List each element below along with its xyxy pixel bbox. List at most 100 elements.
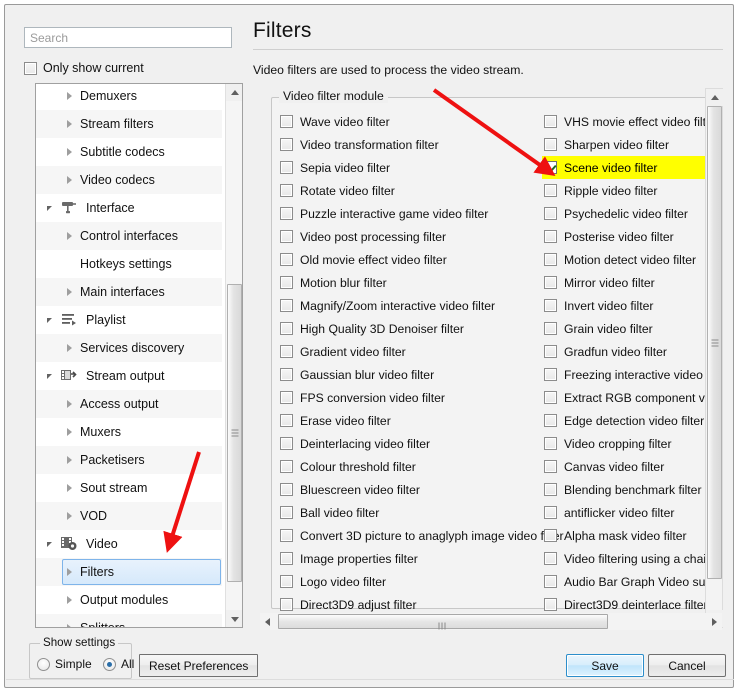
- checkbox-unchecked-icon[interactable]: [280, 230, 293, 243]
- checkbox-unchecked-icon[interactable]: [280, 299, 293, 312]
- filter-checkbox-canvas-video-filter[interactable]: Canvas video filter: [542, 455, 707, 478]
- search-input[interactable]: [24, 27, 232, 48]
- filter-checkbox-colour-threshold-filter[interactable]: Colour threshold filter: [278, 455, 543, 478]
- checkbox-unchecked-icon[interactable]: [544, 115, 557, 128]
- radio-simple[interactable]: Simple: [37, 657, 92, 671]
- checkbox-unchecked-icon[interactable]: [280, 368, 293, 381]
- preferences-tree[interactable]: Demuxers Stream filters Subtitle codecs Vid…: [35, 83, 243, 628]
- filter-checkbox-gaussian-blur-video-filter[interactable]: Gaussian blur video filter: [278, 363, 543, 386]
- chevron-right-icon[interactable]: [62, 284, 78, 300]
- checkbox-unchecked-icon[interactable]: [544, 230, 557, 243]
- filters-scroll-up-button[interactable]: [706, 89, 723, 106]
- filter-checkbox-ball-video-filter[interactable]: Ball video filter: [278, 501, 543, 524]
- chevron-right-icon[interactable]: [62, 620, 78, 627]
- checkbox-unchecked-icon[interactable]: [544, 322, 557, 335]
- checkbox-unchecked-icon[interactable]: [280, 253, 293, 266]
- chevron-right-icon[interactable]: [62, 340, 78, 356]
- tree-item-interface[interactable]: Interface: [36, 194, 222, 222]
- chevron-right-icon[interactable]: [62, 144, 78, 160]
- filter-checkbox-posterise-video-filter[interactable]: Posterise video filter: [542, 225, 707, 248]
- radio-all[interactable]: All: [103, 657, 134, 671]
- chevron-right-icon[interactable]: [62, 508, 78, 524]
- filter-checkbox-extract-rgb-component-video[interactable]: Extract RGB component video: [542, 386, 707, 409]
- filter-checkbox-bluescreen-video-filter[interactable]: Bluescreen video filter: [278, 478, 543, 501]
- checkbox-unchecked-icon[interactable]: [280, 138, 293, 151]
- filter-checkbox-mirror-video-filter[interactable]: Mirror video filter: [542, 271, 707, 294]
- filter-checkbox-sepia-video-filter[interactable]: Sepia video filter: [278, 156, 543, 179]
- filter-checkbox-blending-benchmark-filter[interactable]: Blending benchmark filter: [542, 478, 707, 501]
- chevron-right-icon[interactable]: [62, 480, 78, 496]
- checkbox-unchecked-icon[interactable]: [280, 437, 293, 450]
- filter-checkbox-psychedelic-video-filter[interactable]: Psychedelic video filter: [542, 202, 707, 225]
- checkbox-unchecked-icon[interactable]: [280, 322, 293, 335]
- chevron-right-icon[interactable]: [62, 396, 78, 412]
- chevron-down-icon[interactable]: [44, 368, 60, 384]
- save-button[interactable]: Save: [566, 654, 644, 677]
- filter-checkbox-motion-detect-video-filter[interactable]: Motion detect video filter: [542, 248, 707, 271]
- filter-checkbox-wave-video-filter[interactable]: Wave video filter: [278, 110, 543, 133]
- tree-item-access-output[interactable]: Access output: [36, 390, 222, 418]
- checkbox-unchecked-icon[interactable]: [280, 207, 293, 220]
- filter-checkbox-old-movie-effect-video-filter[interactable]: Old movie effect video filter: [278, 248, 543, 271]
- filter-checkbox-edge-detection-video-filter[interactable]: Edge detection video filter: [542, 409, 707, 432]
- checkbox-unchecked-icon[interactable]: [544, 345, 557, 358]
- filter-checkbox-invert-video-filter[interactable]: Invert video filter: [542, 294, 707, 317]
- checkbox-unchecked-icon[interactable]: [280, 391, 293, 404]
- checkbox-unchecked-icon[interactable]: [280, 460, 293, 473]
- filter-checkbox-grain-video-filter[interactable]: Grain video filter: [542, 317, 707, 340]
- checkbox-unchecked-icon[interactable]: [280, 506, 293, 519]
- checkbox-unchecked-icon[interactable]: [544, 368, 557, 381]
- filter-checkbox-gradient-video-filter[interactable]: Gradient video filter: [278, 340, 543, 363]
- filter-checkbox-rotate-video-filter[interactable]: Rotate video filter: [278, 179, 543, 202]
- filter-checkbox-antiflicker-video-filter[interactable]: antiflicker video filter: [542, 501, 707, 524]
- tree-item-video[interactable]: Video: [36, 530, 222, 558]
- filters-scroll-left-button[interactable]: [260, 613, 276, 630]
- tree-item-playlist[interactable]: Playlist: [36, 306, 222, 334]
- reset-preferences-button[interactable]: Reset Preferences: [139, 654, 259, 677]
- chevron-right-icon[interactable]: [62, 116, 78, 132]
- tree-item-output-modules[interactable]: Output modules: [36, 586, 222, 614]
- tree-scroll-down-button[interactable]: [226, 610, 242, 627]
- tree-item-main-interfaces[interactable]: Main interfaces: [36, 278, 222, 306]
- chevron-right-icon[interactable]: [62, 592, 78, 608]
- filters-horizontal-scrollbar[interactable]: [260, 613, 722, 630]
- tree-item-subtitle-codecs[interactable]: Subtitle codecs: [36, 138, 222, 166]
- chevron-down-icon[interactable]: [44, 536, 60, 552]
- checkbox-unchecked-icon[interactable]: [544, 299, 557, 312]
- checkbox-unchecked-icon[interactable]: [544, 391, 557, 404]
- tree-scroll-up-button[interactable]: [226, 84, 242, 101]
- checkbox-unchecked-icon[interactable]: [280, 483, 293, 496]
- tree-scrollbar-thumb[interactable]: [227, 284, 242, 582]
- checkbox-unchecked-icon[interactable]: [280, 115, 293, 128]
- cancel-button[interactable]: Cancel: [648, 654, 726, 677]
- tree-item-demuxers[interactable]: Demuxers: [36, 84, 222, 110]
- filter-checkbox-image-properties-filter[interactable]: Image properties filter: [278, 547, 543, 570]
- chevron-right-icon[interactable]: [62, 564, 78, 580]
- checkbox-unchecked-icon[interactable]: [544, 460, 557, 473]
- filter-checkbox-alpha-mask-video-filter[interactable]: Alpha mask video filter: [542, 524, 707, 547]
- filter-checkbox-convert-3d-picture-to-anaglyph-image-video-filter[interactable]: Convert 3D picture to anaglyph image vid…: [278, 524, 564, 547]
- tree-item-stream-filters[interactable]: Stream filters: [36, 110, 222, 138]
- filters-hscrollbar-thumb[interactable]: [278, 614, 608, 629]
- checkbox-unchecked-icon[interactable]: [280, 552, 293, 565]
- checkbox-unchecked-icon[interactable]: [280, 184, 293, 197]
- checkbox-unchecked-icon[interactable]: [544, 598, 557, 611]
- checkbox-unchecked-icon[interactable]: [280, 161, 293, 174]
- tree-item-muxers[interactable]: Muxers: [36, 418, 222, 446]
- checkbox-unchecked-icon[interactable]: [544, 506, 557, 519]
- chevron-right-icon[interactable]: [62, 424, 78, 440]
- tree-item-splitters[interactable]: Splitters: [36, 614, 222, 627]
- checkbox-unchecked-icon[interactable]: [544, 552, 557, 565]
- filter-checkbox-vhs-movie-effect-video-filter[interactable]: VHS movie effect video filter: [542, 110, 707, 133]
- filter-checkbox-freezing-interactive-video-filte[interactable]: Freezing interactive video filte: [542, 363, 707, 386]
- chevron-right-icon[interactable]: [62, 172, 78, 188]
- tree-item-video-codecs[interactable]: Video codecs: [36, 166, 222, 194]
- filter-checkbox-magnify-zoom-interactive-video-filter[interactable]: Magnify/Zoom interactive video filter: [278, 294, 543, 317]
- checkbox-unchecked-icon[interactable]: [544, 253, 557, 266]
- filter-checkbox-scene-video-filter[interactable]: Scene video filter: [542, 156, 707, 179]
- tree-item-hotkeys-settings[interactable]: Hotkeys settings: [36, 250, 222, 278]
- chevron-right-icon[interactable]: [62, 228, 78, 244]
- checkbox-unchecked-icon[interactable]: [544, 529, 557, 542]
- only-show-current-checkbox[interactable]: Only show current: [24, 58, 144, 78]
- filter-checkbox-erase-video-filter[interactable]: Erase video filter: [278, 409, 543, 432]
